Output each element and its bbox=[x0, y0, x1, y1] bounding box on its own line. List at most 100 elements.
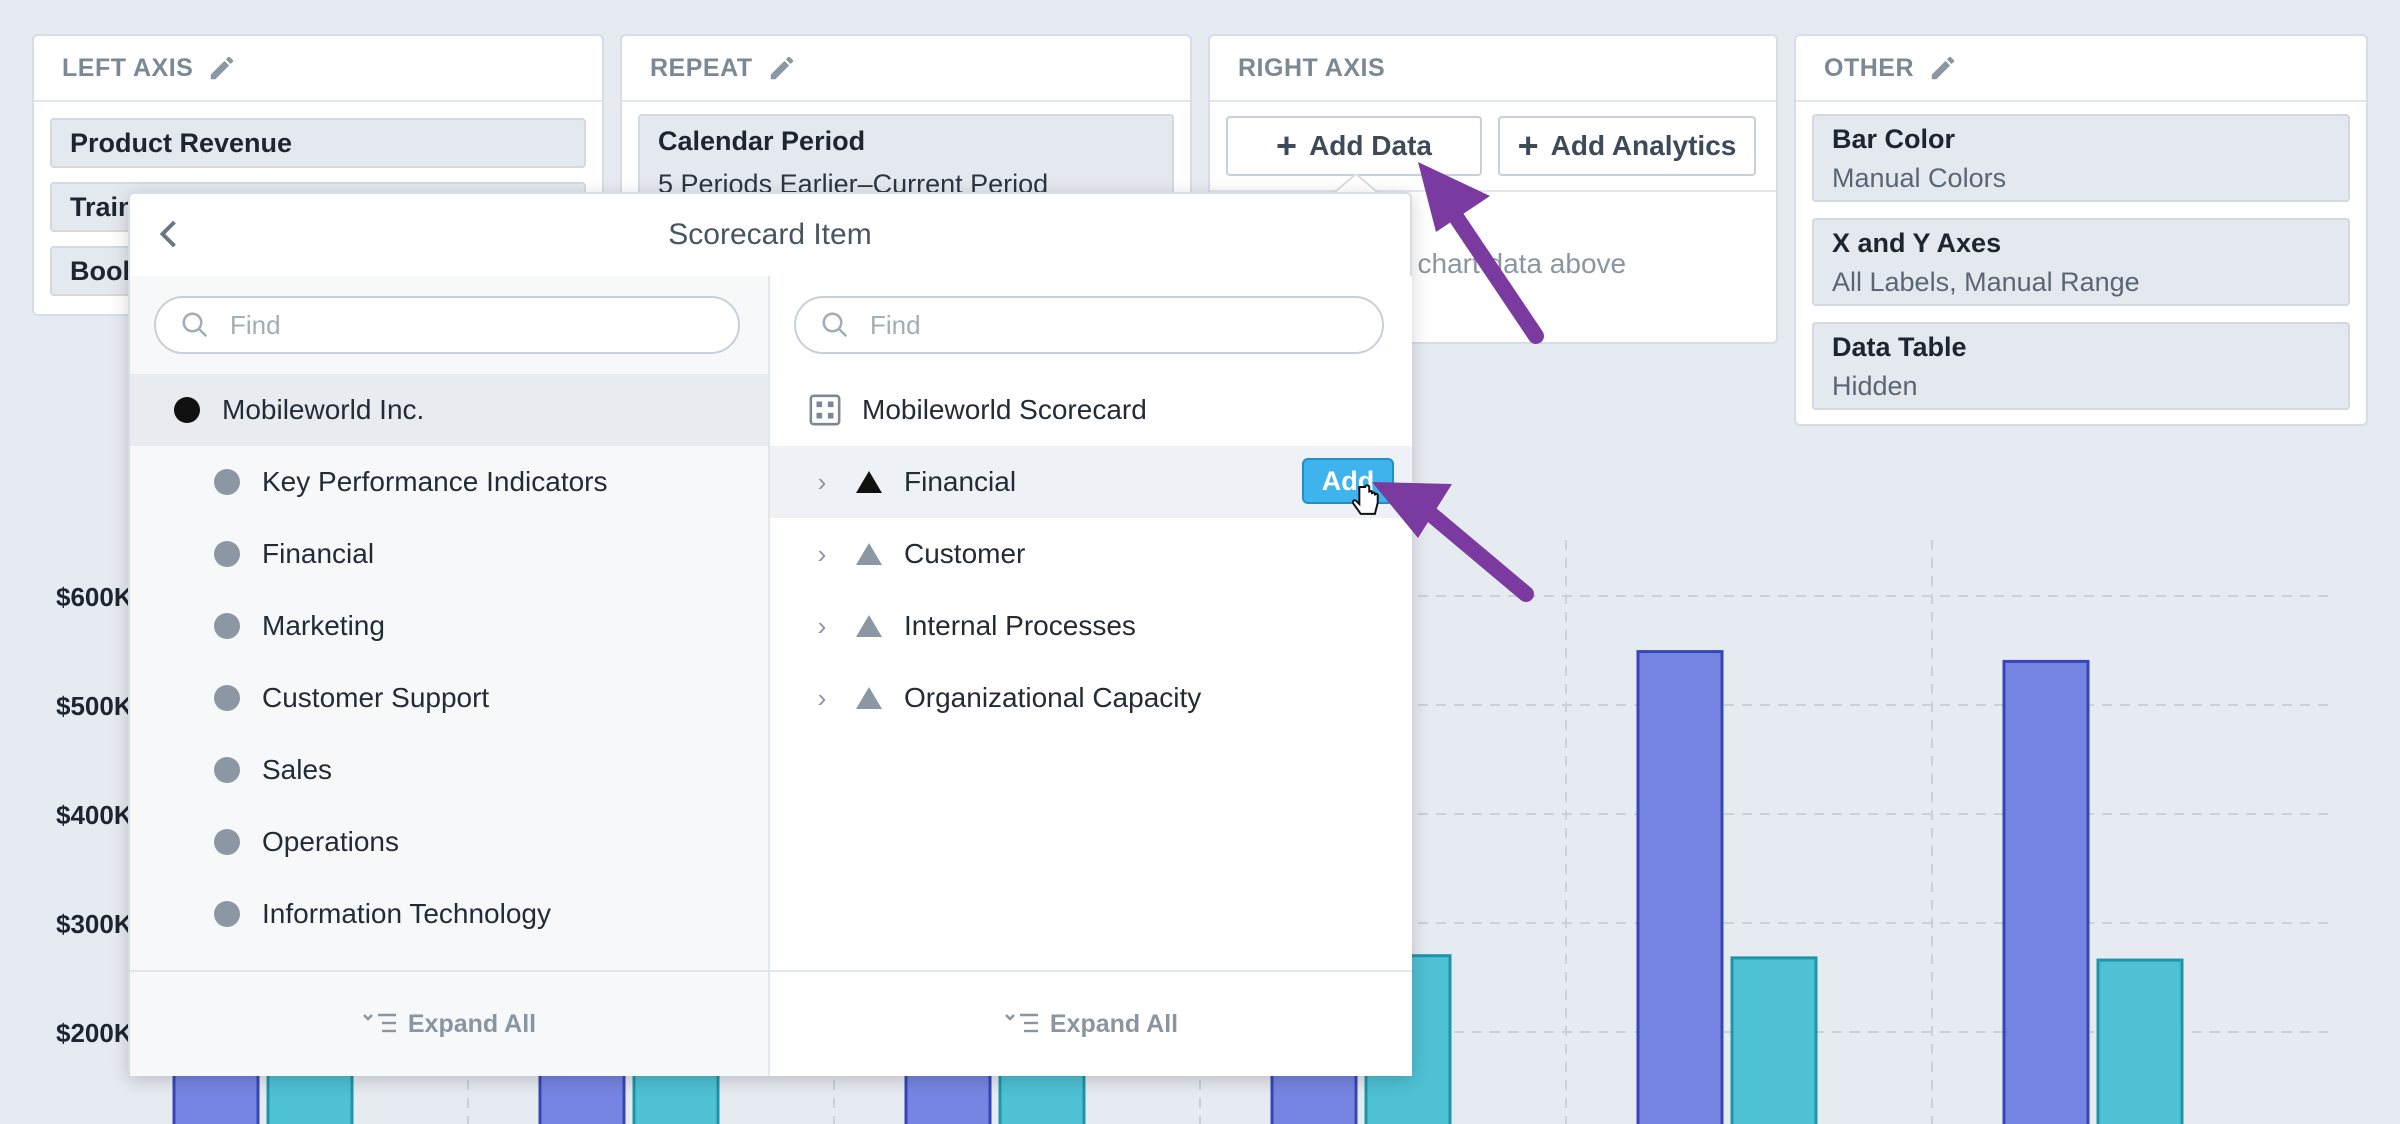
list-item-label: Sales bbox=[262, 754, 333, 785]
list-item[interactable]: Key Performance Indicators bbox=[130, 446, 768, 518]
y-tick-label: $200K bbox=[56, 1018, 133, 1048]
org-dot-icon bbox=[214, 685, 240, 711]
chevron-right-icon[interactable]: › bbox=[810, 539, 834, 570]
right-find-input[interactable] bbox=[868, 308, 1352, 342]
repeat-header: REPEAT bbox=[622, 36, 1190, 102]
y-tick-label: $600K bbox=[56, 582, 133, 612]
other-item-axes[interactable]: X and Y Axes All Labels, Manual Range bbox=[1812, 218, 2350, 306]
scorecard-root-item[interactable]: Mobileworld Scorecard bbox=[770, 374, 1412, 446]
bar[interactable] bbox=[266, 1068, 354, 1124]
back-chevron-icon[interactable] bbox=[152, 216, 188, 252]
list-item-root[interactable]: Mobileworld Inc. bbox=[130, 374, 768, 446]
org-dot-icon bbox=[214, 829, 240, 855]
list-item[interactable]: › Organizational Capacity bbox=[770, 662, 1412, 734]
perspective-triangle-icon bbox=[856, 687, 882, 709]
y-tick-label: $400K bbox=[56, 800, 133, 830]
list-item-label: Organizational Capacity bbox=[904, 682, 1202, 713]
left-expand-all-button[interactable]: Expand All bbox=[130, 970, 768, 1076]
left-find-input[interactable] bbox=[228, 308, 712, 342]
search-icon bbox=[822, 312, 848, 338]
other-item-title: Data Table bbox=[1832, 332, 1967, 362]
other-item-title: Bar Color bbox=[1832, 124, 1956, 154]
expand-all-label: Expand All bbox=[407, 1009, 537, 1038]
list-item-label: Financial bbox=[904, 466, 1017, 497]
org-dot-icon bbox=[214, 541, 240, 567]
perspective-triangle-icon bbox=[856, 615, 882, 637]
scorecard-column: Mobileworld Scorecard › Financial Add › … bbox=[770, 276, 1412, 1076]
popup-title: Scorecard Item bbox=[130, 194, 1410, 278]
add-data-label: Add Data bbox=[1309, 130, 1432, 161]
other-item-sub: All Labels, Manual Range bbox=[1832, 267, 2140, 297]
expand-all-icon bbox=[1005, 1013, 1038, 1033]
other-item-bar-color[interactable]: Bar Color Manual Colors bbox=[1812, 114, 2350, 202]
bar[interactable] bbox=[2002, 659, 2090, 1124]
expand-all-label: Expand All bbox=[1049, 1009, 1179, 1038]
list-item-label: Mobileworld Scorecard bbox=[862, 394, 1147, 425]
other-item-sub: Manual Colors bbox=[1832, 163, 2007, 193]
add-analytics-label: Add Analytics bbox=[1550, 130, 1737, 161]
list-item[interactable]: Sales bbox=[130, 734, 768, 806]
organization-list: Mobileworld Inc. Key Performance Indicat… bbox=[130, 374, 768, 966]
right-expand-all-button[interactable]: Expand All bbox=[770, 970, 1412, 1076]
list-item-financial[interactable]: › Financial Add bbox=[770, 446, 1412, 518]
bar[interactable] bbox=[904, 1068, 992, 1124]
list-item-partial[interactable] bbox=[130, 950, 768, 966]
list-item-label: Operations bbox=[262, 826, 399, 857]
left-find-field[interactable] bbox=[154, 296, 740, 354]
y-tick-label: $500K bbox=[56, 691, 133, 721]
list-item-label: Information Technology bbox=[262, 898, 551, 929]
bar[interactable] bbox=[1270, 1068, 1358, 1124]
bar[interactable] bbox=[172, 1068, 260, 1124]
bar[interactable] bbox=[632, 1068, 720, 1124]
list-item-label: Marketing bbox=[262, 610, 385, 641]
other-item-data-table[interactable]: Data Table Hidden bbox=[1812, 322, 2350, 410]
chevron-right-icon[interactable]: › bbox=[810, 683, 834, 714]
search-icon bbox=[182, 312, 208, 338]
bar[interactable] bbox=[538, 1068, 626, 1124]
scorecard-list: Mobileworld Scorecard › Financial Add › … bbox=[770, 374, 1412, 966]
edit-pencil-icon[interactable] bbox=[1928, 53, 1958, 83]
bar[interactable] bbox=[998, 1068, 1086, 1124]
list-item[interactable]: Financial bbox=[130, 518, 768, 590]
perspective-triangle-icon bbox=[856, 543, 882, 565]
chevron-right-icon[interactable]: › bbox=[810, 467, 834, 498]
org-dot-icon bbox=[174, 397, 200, 423]
repeat-title: REPEAT bbox=[650, 53, 753, 82]
list-item-label: Internal Processes bbox=[904, 610, 1136, 641]
repeat-item-title: Calendar Period bbox=[658, 126, 866, 156]
bar[interactable] bbox=[1730, 956, 1818, 1124]
other-item-sub: Hidden bbox=[1832, 371, 1918, 401]
plus-icon: + bbox=[1517, 125, 1539, 166]
other-item-title: X and Y Axes bbox=[1832, 228, 2002, 258]
perspective-triangle-icon bbox=[856, 471, 882, 493]
list-item-label: Key Performance Indicators bbox=[262, 466, 608, 497]
list-item-label: Customer Support bbox=[262, 682, 490, 713]
left-axis-title: LEFT AXIS bbox=[62, 53, 194, 82]
hand-cursor-icon bbox=[1351, 484, 1379, 515]
right-axis-header: RIGHT AXIS bbox=[1210, 36, 1776, 102]
y-tick-label: $300K bbox=[56, 909, 133, 939]
add-analytics-button[interactable]: + Add Analytics bbox=[1498, 116, 1756, 176]
left-axis-item[interactable]: Product Revenue bbox=[50, 118, 586, 168]
right-find-field[interactable] bbox=[794, 296, 1384, 354]
organization-column: Mobileworld Inc. Key Performance Indicat… bbox=[130, 276, 770, 1076]
org-dot-icon bbox=[214, 901, 240, 927]
repeat-item[interactable]: Calendar Period 5 Periods Earlier–Curren… bbox=[638, 114, 1174, 200]
chevron-right-icon[interactable]: › bbox=[810, 611, 834, 642]
other-title: OTHER bbox=[1824, 53, 1914, 82]
edit-pencil-icon[interactable] bbox=[767, 53, 797, 83]
add-data-button[interactable]: + Add Data bbox=[1226, 116, 1482, 176]
org-dot-icon bbox=[214, 469, 240, 495]
list-item[interactable]: Information Technology bbox=[130, 878, 768, 950]
list-item[interactable]: › Internal Processes bbox=[770, 590, 1412, 662]
list-item[interactable]: › Customer bbox=[770, 518, 1412, 590]
bar[interactable] bbox=[1636, 650, 1724, 1124]
other-panel: OTHER Bar Color Manual Colors X and Y Ax… bbox=[1794, 34, 2368, 426]
list-item[interactable]: Customer Support bbox=[130, 662, 768, 734]
other-header: OTHER bbox=[1796, 36, 2366, 102]
edit-pencil-icon[interactable] bbox=[207, 53, 237, 83]
left-axis-header: LEFT AXIS bbox=[34, 36, 602, 102]
list-item[interactable]: Marketing bbox=[130, 590, 768, 662]
list-item[interactable]: Operations bbox=[130, 806, 768, 878]
bar[interactable] bbox=[2096, 958, 2184, 1124]
